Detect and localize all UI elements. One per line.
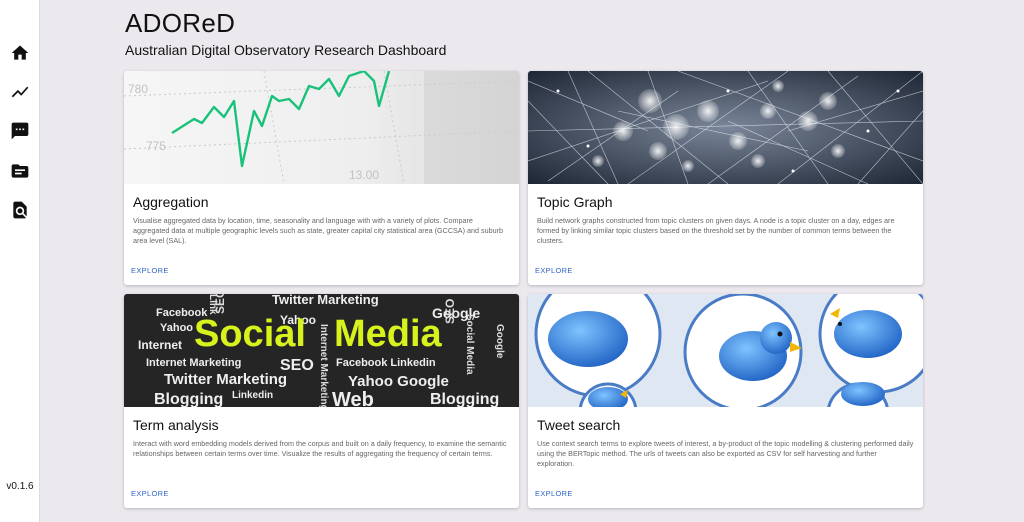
card-term-analysis: Facebook Yahoo Internet Internet Marketi… [124, 294, 519, 508]
card-description: Visualise aggregated data by location, t… [133, 216, 503, 245]
trending-icon[interactable] [9, 81, 31, 103]
tweet-search-image [528, 294, 923, 407]
card-title: Aggregation [133, 194, 209, 210]
word: Social Media [464, 314, 475, 375]
aggregation-image: 780 775 13.00 [124, 71, 519, 184]
word: Linkedin [232, 390, 273, 401]
chart-tick-time: 13.00 [349, 168, 379, 182]
twitter-birds-photo [528, 294, 923, 407]
word-social: Social [194, 313, 306, 355]
topic-graph-image [528, 71, 923, 184]
word: Web [332, 389, 374, 407]
word: Twitter Marketing [164, 371, 287, 388]
card-tweet-search: Tweet search Use context search terms to… [528, 294, 923, 508]
card-description: Use context search terms to explore twee… [537, 439, 914, 468]
word: SEO [213, 294, 227, 314]
app-root: v0.1.6 ADOReD Australian Digital Observa… [0, 0, 1024, 522]
page-title: ADOReD [125, 8, 236, 38]
word: Internet [138, 338, 182, 352]
term-analysis-image: Facebook Yahoo Internet Internet Marketi… [124, 294, 519, 407]
network-photo [528, 71, 923, 184]
card-title: Tweet search [537, 417, 621, 433]
word: Google [494, 324, 505, 359]
search-document-icon[interactable] [9, 199, 31, 221]
card-description: Build network graphs constructed from to… [537, 216, 895, 245]
folder-icon[interactable] [9, 160, 31, 182]
explore-button[interactable]: EXPLORE [131, 266, 169, 275]
explore-button[interactable]: EXPLORE [535, 489, 573, 498]
line-chart-photo: 780 775 13.00 [124, 71, 519, 184]
sidebar: v0.1.6 [0, 0, 40, 522]
page-header: ADOReD Australian Digital Observatory Re… [125, 8, 446, 58]
card-aggregation: 780 775 13.00 Aggregation Visualise aggr… [124, 71, 519, 285]
word: SEO [280, 357, 314, 374]
card-title: Term analysis [133, 417, 219, 433]
card-description: Interact with word embedding models deri… [133, 439, 507, 458]
word: Facebook Linkedin [336, 357, 436, 369]
version-label: v0.1.6 [6, 481, 34, 492]
explore-button[interactable]: EXPLORE [535, 266, 573, 275]
word-media: Media [334, 313, 443, 355]
page-subtitle: Australian Digital Observatory Research … [125, 42, 447, 58]
word: SEO [443, 299, 457, 324]
word-cloud-photo: Facebook Yahoo Internet Internet Marketi… [124, 294, 519, 407]
card-topic-graph: Topic Graph Build network graphs constru… [528, 71, 923, 285]
word: Yahoo [160, 322, 193, 334]
word: Blogging [430, 391, 499, 407]
home-icon[interactable] [9, 42, 31, 64]
chart-tick-775: 775 [146, 139, 166, 153]
chart-tick-780: 780 [128, 82, 148, 96]
word: Twitter Marketing [272, 294, 379, 307]
explore-button[interactable]: EXPLORE [131, 489, 169, 498]
word: Internet Marketing [318, 324, 329, 407]
word: Yahoo Google [348, 373, 449, 390]
word: Internet Marketing [146, 357, 241, 369]
chat-icon[interactable] [9, 120, 31, 142]
word: Blogging [154, 391, 223, 407]
card-title: Topic Graph [537, 194, 613, 210]
